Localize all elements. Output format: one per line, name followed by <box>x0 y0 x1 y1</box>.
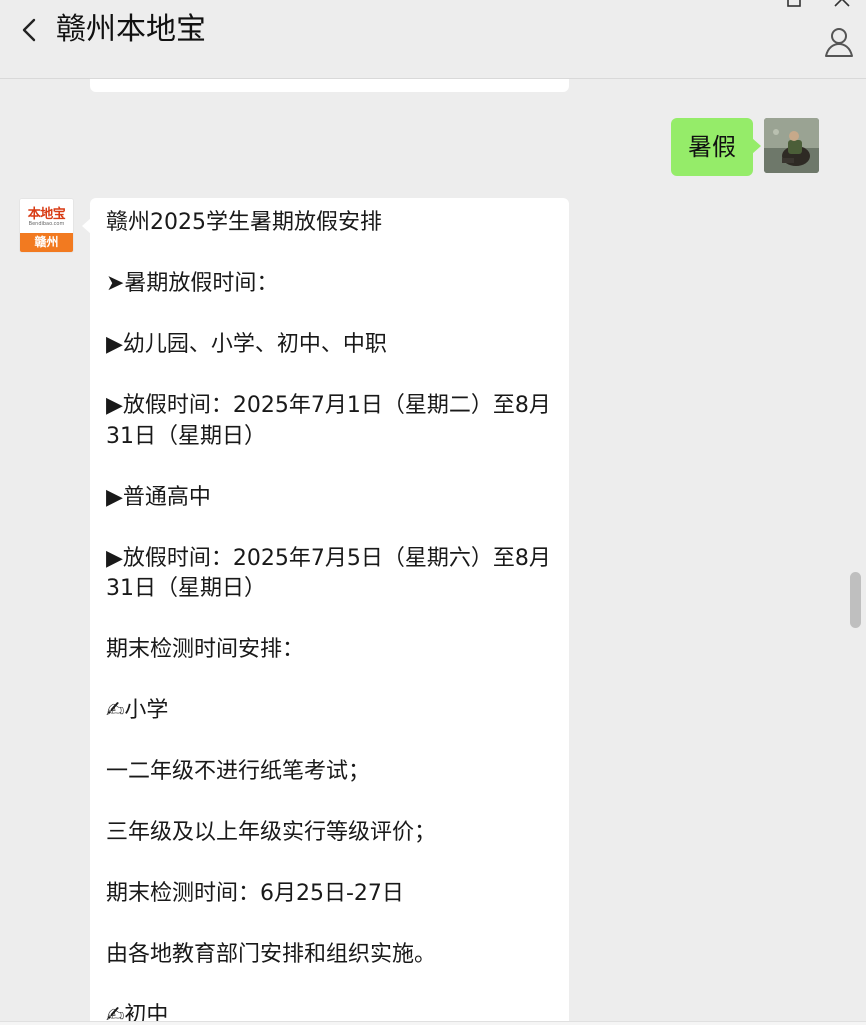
maximize-icon <box>787 0 801 7</box>
previous-message-bubble <box>90 79 569 92</box>
back-button[interactable] <box>14 12 46 48</box>
message-line: ➤暑期放假时间： <box>106 271 279 296</box>
message-line: ▶放假时间：2025年7月1日（星期二）至8月31日（星期日） <box>106 393 551 449</box>
person-icon <box>825 28 853 57</box>
logo-text: 本地宝 <box>27 207 66 222</box>
message-line: 一二年级不进行纸笔考试； <box>106 759 371 784</box>
message-line: ▶普通高中 <box>106 484 211 510</box>
message-line: 由各地教育部门安排和组织实施。 <box>106 942 437 967</box>
maximize-button[interactable] <box>784 0 804 8</box>
user-avatar[interactable] <box>764 118 819 173</box>
profile-button[interactable] <box>822 24 856 60</box>
message-line: 期末检测时间安排： <box>106 637 305 662</box>
logo-city: 赣州 <box>20 233 73 252</box>
chat-header: 赣州本地宝 <box>0 0 866 79</box>
bottom-divider <box>0 1021 866 1025</box>
message-line: 三年级及以上年级实行等级评价； <box>106 820 437 845</box>
message-line: ✍小学 <box>106 698 169 723</box>
message-line: ▶放假时间：2025年7月5日（星期六）至8月31日（星期日） <box>106 545 551 602</box>
logo-url: Bendibao.com <box>28 221 65 227</box>
window-controls <box>764 0 854 12</box>
chat-window: 赣州本地宝 暑假 本地宝 Bendibao.com 赣州 赣州2025学生暑期放… <box>0 0 866 1025</box>
message-line: ▶幼儿园、小学、初中、中职 <box>106 332 387 357</box>
message-line: 期末检测时间：6月25日-27日 <box>106 881 404 906</box>
close-button[interactable] <box>832 0 852 8</box>
close-icon <box>834 0 850 7</box>
chat-title: 赣州本地宝 <box>56 12 206 47</box>
bendibao-avatar[interactable]: 本地宝 Bendibao.com 赣州 <box>19 198 74 253</box>
user-avatar-photo <box>764 118 819 173</box>
message-line: 赣州2025学生暑期放假安排 <box>106 210 382 235</box>
outgoing-message[interactable]: 暑假 <box>671 118 761 176</box>
chevron-left-icon <box>22 18 36 42</box>
scrollbar-thumb[interactable] <box>850 572 861 628</box>
incoming-message[interactable]: 赣州2025学生暑期放假安排 ➤暑期放假时间： ▶幼儿园、小学、初中、中职 ▶放… <box>82 198 569 1025</box>
bendibao-logo: 本地宝 Bendibao.com <box>20 199 73 233</box>
